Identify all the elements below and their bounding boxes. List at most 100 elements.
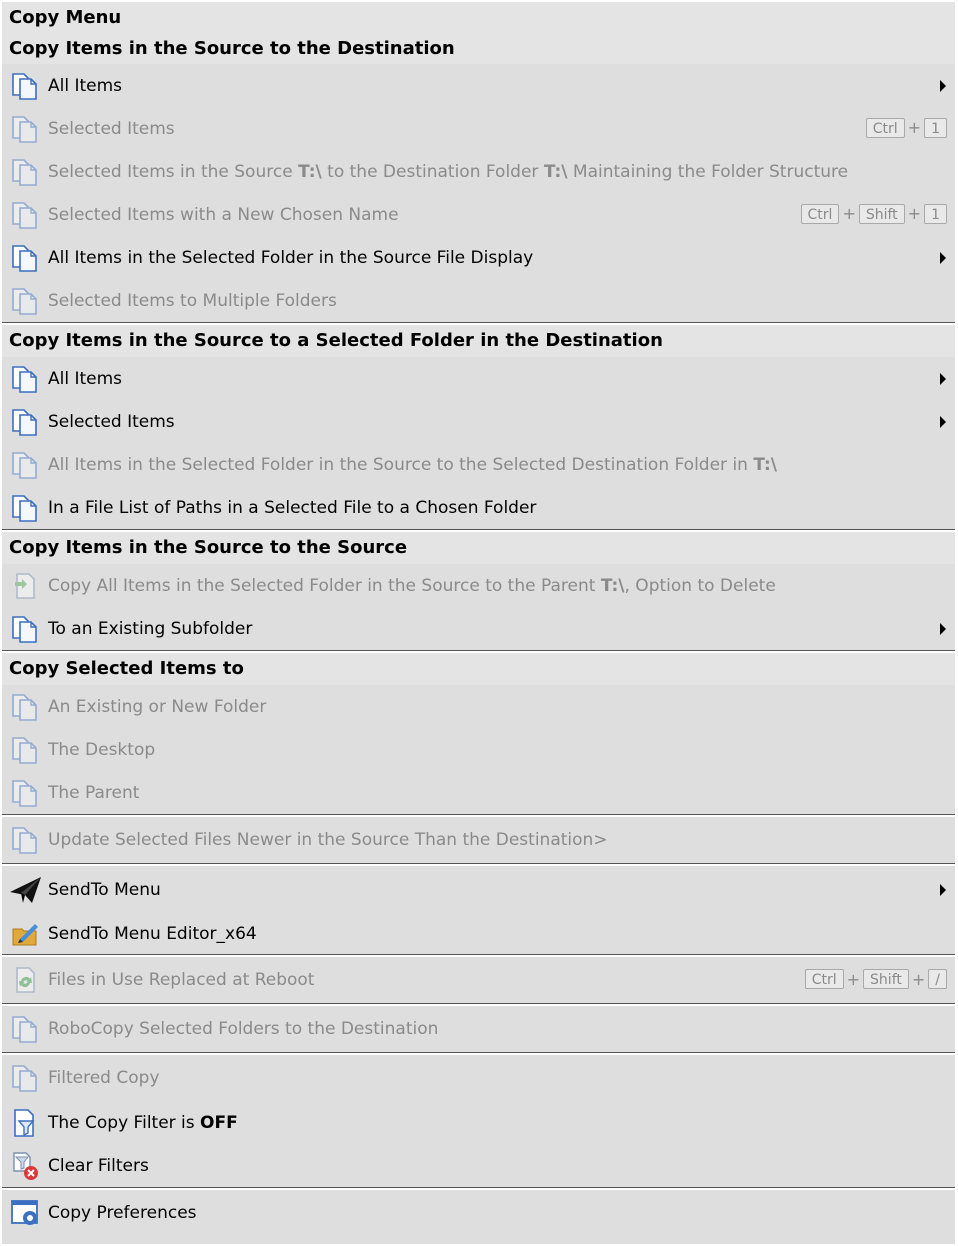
menu-item-label: All Items in the Selected Folder in the … [48, 247, 534, 268]
menu-item-label: All Items [48, 368, 123, 389]
keyboard-shortcut: Ctrl + Shift + / [804, 969, 947, 989]
filter-state: OFF [200, 1112, 238, 1133]
submenu-arrow-icon [940, 372, 946, 385]
plus-sign: + [907, 118, 922, 137]
key-cap: 1 [924, 117, 947, 138]
copy-icon [8, 493, 42, 523]
menu-item[interactable]: Selected Items to Multiple Folders [2, 279, 955, 322]
folder-editor-icon [8, 919, 42, 949]
menu-item[interactable]: All Items [2, 64, 955, 107]
menu-item[interactable]: An Existing or New Folder [2, 685, 955, 728]
menu-item[interactable]: To an Existing Subfolder [2, 607, 955, 650]
menu-item-label: SendTo Menu [48, 880, 161, 900]
menu-item[interactable]: All Items in the Selected Folder in the … [2, 443, 955, 486]
menu-item[interactable]: Selected Items Ctrl +1 [2, 107, 955, 150]
menu-item-label: Selected Items [48, 118, 175, 139]
submenu-arrow-icon [940, 251, 946, 264]
menu-item-label: An Existing or New Folder [48, 696, 267, 717]
plus-sign: + [907, 204, 922, 223]
copy-icon [8, 825, 42, 855]
key-cap: 1 [924, 203, 947, 224]
menu-item[interactable]: All Items [2, 357, 955, 400]
menu-item-label: Update Selected Files Newer in the Sourc… [48, 830, 608, 850]
plus-sign: + [842, 204, 856, 223]
menu-item[interactable]: The Parent [2, 771, 955, 814]
menu-item[interactable]: Selected Items with a New Chosen Name Ctr… [2, 193, 955, 236]
copy-icon [8, 1014, 42, 1044]
files-in-use-item[interactable]: Files in Use Replaced at Reboot Ctrl + Shif… [2, 957, 955, 1003]
menu-item-label: Files in Use Replaced at Reboot [48, 970, 315, 990]
copy-icon [8, 735, 42, 765]
sendto-menu-item[interactable]: SendTo Menu [2, 866, 955, 914]
submenu-arrow-icon [940, 884, 946, 896]
copy-icon [8, 364, 42, 394]
copy-icon [8, 407, 42, 437]
copy-icon [8, 778, 42, 808]
menu-item[interactable]: Selected Items [2, 400, 955, 443]
menu-item[interactable]: In a File List of Paths in a Selected Fi… [2, 486, 955, 529]
menu-item-label: Selected Items with a New Chosen Name [48, 204, 399, 225]
menu-item-label: The Desktop [48, 739, 156, 760]
menu-item-label: The Copy Filter is OFF [48, 1112, 238, 1133]
keyboard-shortcut: Ctrl +1 [865, 117, 947, 138]
robocopy-item[interactable]: RoboCopy Selected Folders to the Destina… [2, 1006, 955, 1052]
menu-item-label: Selected Items [48, 411, 175, 432]
menu-item-label: The Parent [48, 782, 140, 803]
key-cap: Ctrl [804, 969, 844, 989]
submenu-arrow-icon [940, 622, 946, 635]
copy-icon [8, 450, 42, 480]
copy-icon [8, 114, 42, 144]
plus-sign: + [911, 969, 926, 989]
copy-icon [8, 243, 42, 273]
filtered-copy-item[interactable]: Filtered Copy [2, 1055, 955, 1101]
preferences-icon [8, 1198, 42, 1228]
plus-sign: + [846, 969, 861, 989]
key-cap: Ctrl [800, 203, 840, 224]
key-cap: Ctrl [865, 117, 905, 138]
menu-item-label: Copy All Items in the Selected Folder in… [48, 575, 776, 596]
copy-icon [8, 692, 42, 722]
menu-item-label: Selected Items in the Source T:\ to the … [48, 161, 849, 182]
menu-item[interactable]: The Desktop [2, 728, 955, 771]
menu-item-label: Filtered Copy [48, 1068, 160, 1088]
clear-filters-item[interactable]: Clear Filters [2, 1144, 955, 1187]
menu-item-label: Copy Preferences [48, 1203, 197, 1223]
menu-title: Copy Menu [2, 2, 955, 34]
menu-item-label: Clear Filters [48, 1155, 149, 1176]
section-header: Copy Items in the Source to the Source [2, 532, 955, 564]
copy-icon [8, 71, 42, 101]
menu-item-label: Selected Items to Multiple Folders [48, 290, 337, 311]
menu-item-label: All Items in the Selected Folder in the … [48, 454, 778, 475]
menu-item-label: RoboCopy Selected Folders to the Destina… [48, 1019, 439, 1039]
menu-item-label: In a File List of Paths in a Selected Fi… [48, 497, 537, 518]
keyboard-shortcut: Ctrl + Shift +1 [800, 203, 947, 224]
menu-item[interactable]: Selected Items in the Source T:\ to the … [2, 150, 955, 193]
copy-menu: Copy Menu Copy Items in the Source to the… [2, 2, 955, 1244]
submenu-arrow-icon [940, 415, 946, 428]
key-cap: Shift [858, 203, 905, 224]
paper-plane-icon [8, 875, 42, 905]
section-header: Copy Items in the Source to a Selected F… [2, 325, 955, 357]
copy-icon [8, 614, 42, 644]
copy-icon [8, 1063, 42, 1093]
copy-icon [8, 200, 42, 230]
filter-file-icon [8, 1108, 42, 1138]
sendto-editor-item[interactable]: SendTo Menu Editor_x64 [2, 914, 955, 954]
copy-icon [8, 286, 42, 316]
copy-icon [8, 157, 42, 187]
recycle-file-icon [8, 965, 42, 995]
copy-preferences-item[interactable]: Copy Preferences [2, 1190, 955, 1236]
key-cap: / [928, 969, 947, 989]
clear-filter-icon [8, 1151, 42, 1181]
update-newer-item[interactable]: Update Selected Files Newer in the Sourc… [2, 817, 955, 863]
menu-item[interactable]: All Items in the Selected Folder in the … [2, 236, 955, 279]
copy-filter-item[interactable]: The Copy Filter is OFF [2, 1101, 955, 1144]
menu-item-label: To an Existing Subfolder [48, 618, 253, 639]
submenu-arrow-icon [940, 79, 946, 92]
section-header: Copy Items in the Source to the Destinat… [2, 34, 955, 64]
key-cap: Shift [863, 969, 909, 989]
menu-item-label: SendTo Menu Editor_x64 [48, 924, 257, 944]
section-header: Copy Selected Items to [2, 653, 955, 685]
menu-item-label: All Items [48, 75, 123, 96]
menu-item[interactable]: Copy All Items in the Selected Folder in… [2, 564, 955, 607]
